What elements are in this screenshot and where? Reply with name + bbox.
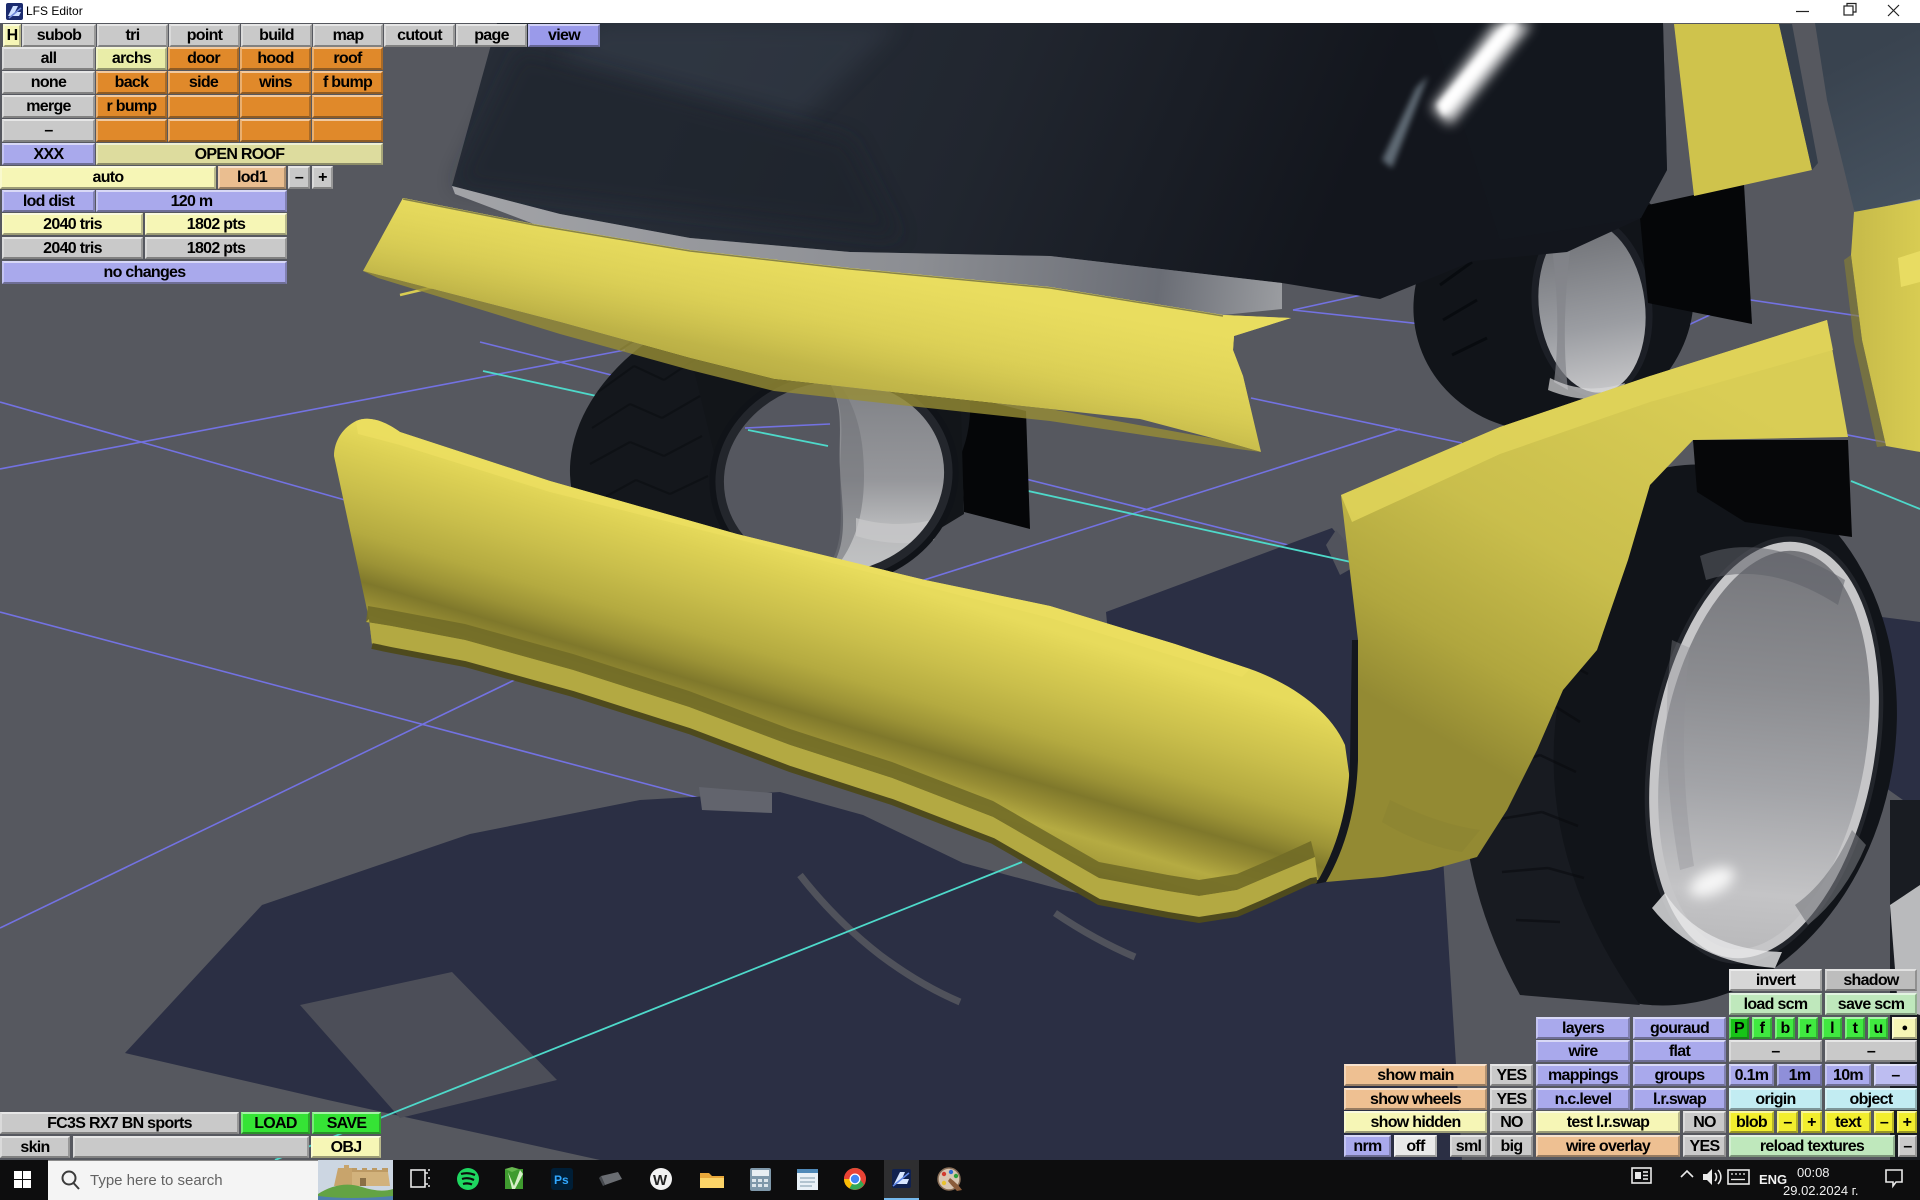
svg-text:Type here to search: Type here to search — [90, 1172, 223, 1189]
svg-text:29.02.2024 г.: 29.02.2024 г. — [1783, 1183, 1858, 1198]
svg-text:00:08: 00:08 — [1797, 1165, 1830, 1180]
svg-text:W: W — [653, 1172, 668, 1189]
svg-text:Ps: Ps — [554, 1173, 569, 1187]
